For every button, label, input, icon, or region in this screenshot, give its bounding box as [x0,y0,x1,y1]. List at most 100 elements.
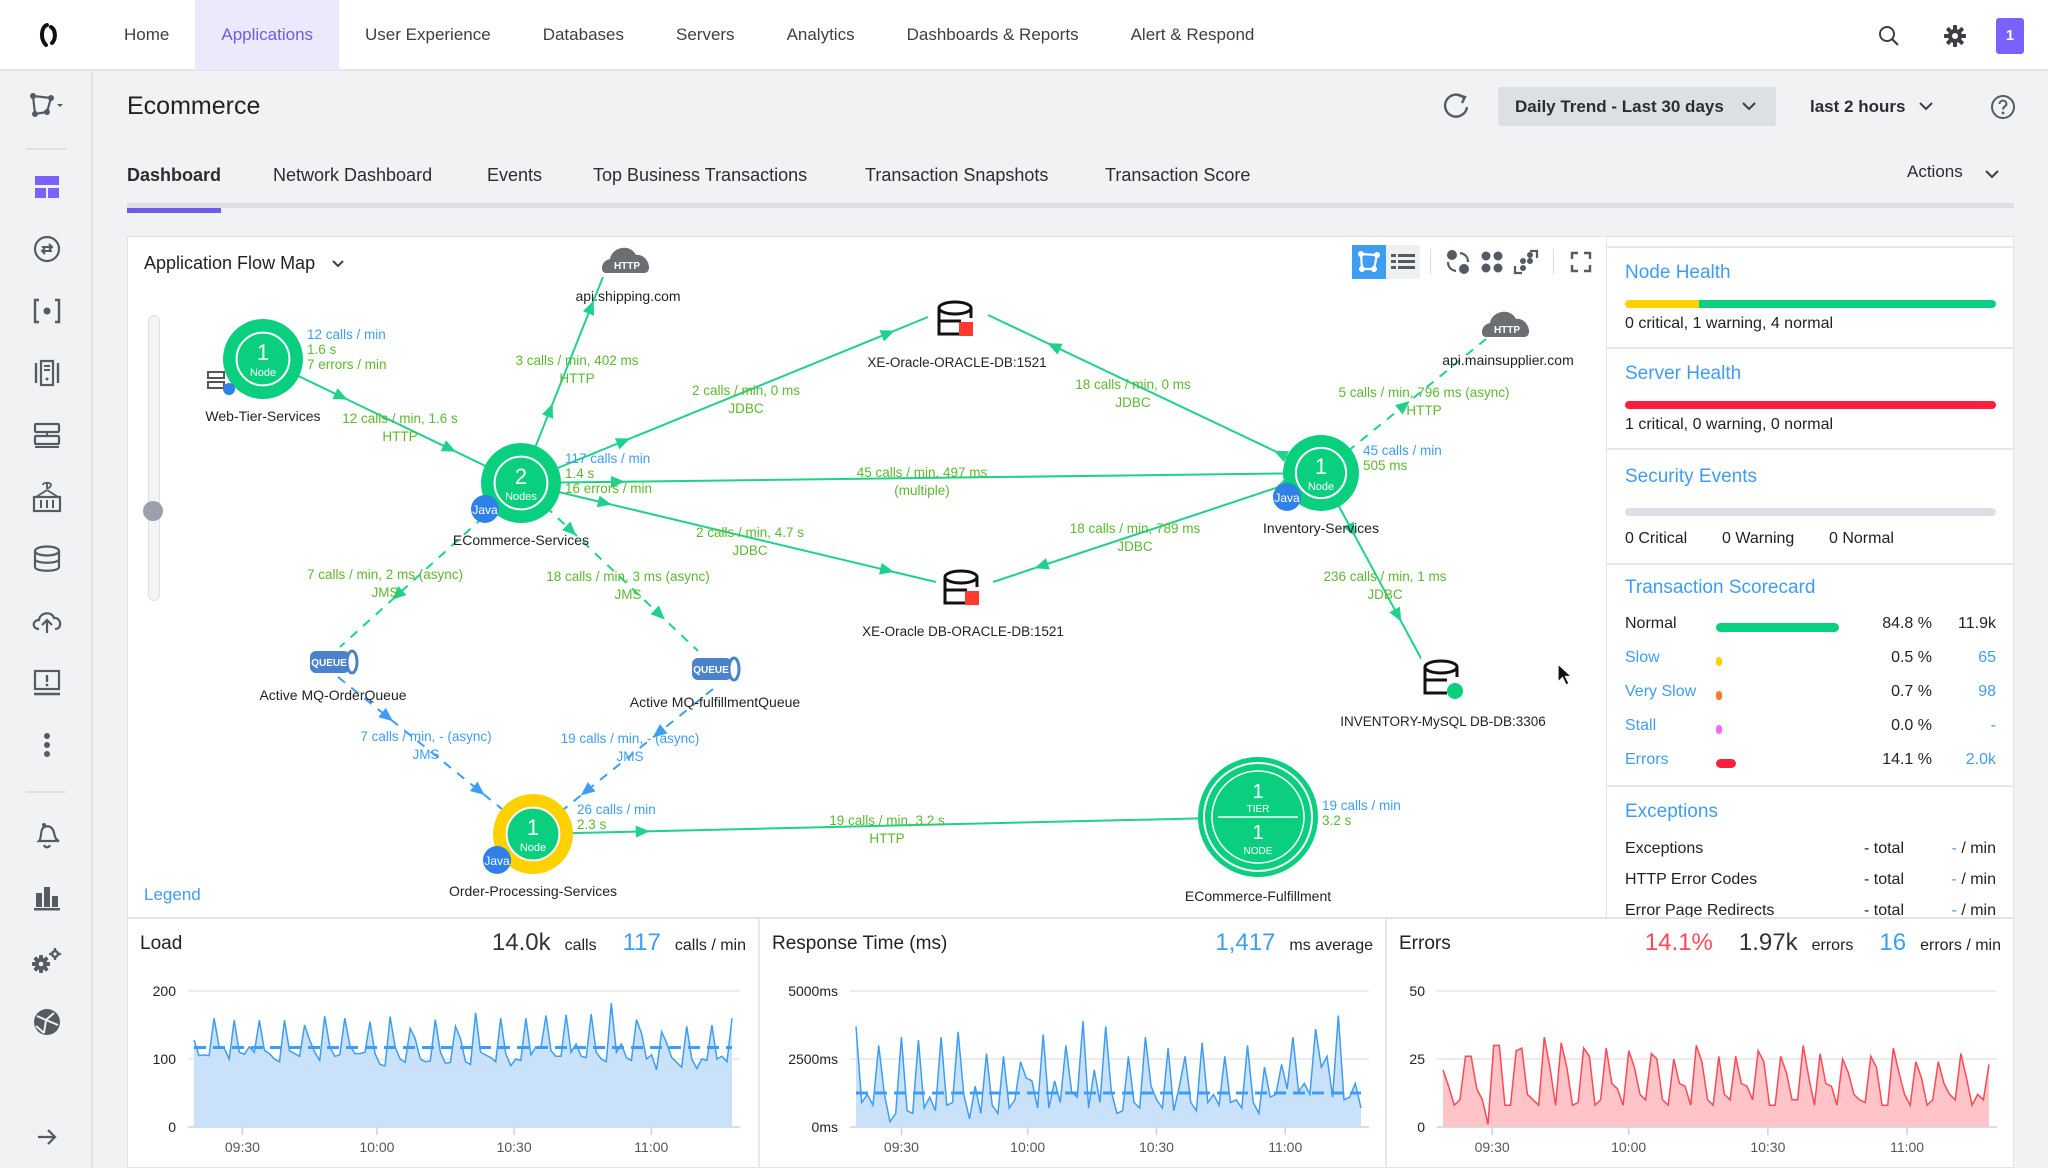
queue-backend-fulfillq[interactable]: QUEUE Active MQ-fulfillmentQueue [630,656,801,710]
nav-user-experience[interactable]: User Experience [339,0,517,70]
scorecard-label[interactable]: Very Slow [1625,683,1696,701]
scorecard-label[interactable]: Stall [1625,717,1656,735]
flow-map-canvas[interactable]: 1 Node Web-Tier-Services 12 calls / min1.6 … [128,237,1607,919]
edge-label-metrics: 19 calls / min, 3.2 s [829,813,945,828]
search-button[interactable] [1856,0,1922,71]
scorecard-row-slow[interactable]: Slow 0.5 % 65 [1625,649,1996,675]
scorecard-label[interactable]: Slow [1625,649,1660,667]
errors-chart[interactable]: 0 25 50 09:30 10:00 10:30 11:00 [1387,969,2015,1168]
scorecard-count[interactable]: - [1991,717,1996,735]
tab-transaction-snapshots[interactable]: Transaction Snapshots [865,160,1048,208]
tier-node-calls: 45 calls / min [1363,443,1442,458]
scorecard-count[interactable]: 2.0k [1966,751,1996,769]
sidebar-item-analytics[interactable] [0,878,93,918]
exception-row[interactable]: HTTP Error Codes - total - / min [1625,871,1996,889]
fullscreen-button[interactable] [1564,245,1598,279]
node-health-title[interactable]: Node Health [1625,262,1731,284]
flow-edge-inv-oracle1[interactable] [987,314,1322,474]
sidebar-more-button[interactable] [0,725,93,765]
database-backend-oracle2[interactable]: XE-Oracle DB-ORACLE-DB:1521 [862,567,1064,639]
sidebar-item-tiers-nodes[interactable] [0,353,93,393]
flow-map-selector-button[interactable] [0,85,93,125]
nav-servers[interactable]: Servers [650,0,761,70]
tab-network-dashboard[interactable]: Network Dashboard [273,160,432,208]
scorecard-row-very-slow[interactable]: Very Slow 0.7 % 98 [1625,683,1996,709]
zoom-slider-track[interactable] [148,315,160,601]
sidebar-item-remote-services[interactable] [0,601,93,641]
settings-button[interactable] [1922,0,1988,71]
tier-node-name: Inventory-Services [1263,520,1379,536]
security-events-title[interactable]: Security Events [1625,466,1757,488]
tier-node-fulfill[interactable]: 1TIER1NODEECommerce-Fulfillment19 calls … [1185,757,1401,904]
response-time-chart[interactable]: 0ms 2500ms 5000ms 09:30 10:00 10:30 11:00 [760,969,1387,1168]
sidebar-item-configuration[interactable] [0,940,93,980]
user-badge[interactable]: 1 [1996,17,2024,54]
exception-row[interactable]: Exceptions - total - / min [1625,840,1996,858]
sidebar-item-troubleshoot[interactable] [0,663,93,703]
errors-stats: 14.1% 1.97k errors 16 errors / min [1619,929,2001,957]
nav-analytics[interactable]: Analytics [761,0,881,70]
sidebar-item-databases[interactable] [0,539,93,579]
tab-events[interactable]: Events [487,160,542,208]
group-nodes-button[interactable] [1475,245,1509,279]
app-logo[interactable] [0,0,98,70]
fit-to-view-button[interactable] [1509,245,1543,279]
left-sidebar [0,71,93,1168]
help-button[interactable] [1990,94,2016,120]
zoom-slider-thumb[interactable] [143,501,163,521]
scorecard-row-errors[interactable]: Errors 14.1 % 2.0k [1625,751,1996,777]
list-view-button[interactable] [1386,245,1420,279]
auto-arrange-button[interactable] [1441,245,1475,279]
refresh-button[interactable] [1440,90,1472,122]
http-backend-shipping[interactable]: HTTP api.shipping.com [575,247,681,304]
y-tick-label: 25 [1409,1051,1425,1067]
baseline-dropdown[interactable]: Daily Trend - Last 30 days [1498,87,1776,126]
scorecard-label[interactable]: Errors [1625,751,1669,769]
chevron-down-icon [332,260,344,268]
database-backend-mysql[interactable]: INVENTORY-MySQL DB-DB:3306 [1340,657,1546,729]
load-rate-unit: calls / min [674,937,746,954]
queue-backend-orderq[interactable]: QUEUE Active MQ-OrderQueue [259,649,407,703]
sidebar-item-servers[interactable] [0,415,93,455]
nav-databases[interactable]: Databases [517,0,650,70]
database-backend-oracle1[interactable]: XE-Oracle-ORACLE-DB:1521 [867,298,1047,370]
sidebar-item-dashboard[interactable] [0,167,93,207]
scorecard-percentage: 14.1 % [1882,751,1932,768]
nav-home[interactable]: Home [98,0,195,70]
sidebar-item-containers[interactable] [0,477,93,517]
flow-edge-arrow [378,707,393,722]
tab-dashboard[interactable]: Dashboard [127,160,222,213]
exception-row[interactable]: Error Page Redirects - total - / min [1625,902,1996,917]
load-chart[interactable]: 0 100 200 09:30 10:00 10:30 11:00 [128,969,758,1168]
nav-applications[interactable]: Applications [195,0,340,70]
flow-map-title-dropdown[interactable]: Application Flow Map [144,253,346,274]
tier-node-inv[interactable]: 1 Node Java Inventory-Services 45 calls / mi… [1263,435,1442,536]
nav-alert-respond[interactable]: Alert & Respond [1105,0,1281,70]
sidebar-item-network[interactable] [0,1002,93,1042]
tier-node-web[interactable]: 1 Node Web-Tier-Services 12 calls / min1.6 … [205,319,387,424]
scorecard-row-stall[interactable]: Stall 0.0 % - [1625,717,1996,743]
tier-node-order[interactable]: 1 Node Java Order-Processing-Services 26 cal… [449,794,656,899]
legend-link[interactable]: Legend [144,885,201,905]
tier-node-name: Order-Processing-Services [449,883,617,899]
scorecard-count[interactable]: 98 [1978,683,1996,701]
actions-menu[interactable]: Actions [1907,162,1999,182]
tab-top-business-transactions[interactable]: Top Business Transactions [593,160,807,208]
scorecard-count[interactable]: 65 [1978,649,1996,667]
tab-transaction-score[interactable]: Transaction Score [1105,160,1250,208]
x-tick-label: 10:00 [1010,1139,1045,1155]
nav-dashboards-reports[interactable]: Dashboards & Reports [881,0,1105,70]
tier-node-ecom[interactable]: 2 Nodes Java ECommerce-Services 117 calls / … [453,443,652,548]
exceptions-title[interactable]: Exceptions [1625,801,1718,823]
server-health-title[interactable]: Server Health [1625,363,1741,385]
backend-name: INVENTORY-MySQL DB-DB:3306 [1340,714,1546,729]
sidebar-item-snapshots[interactable] [0,291,93,331]
sidebar-item-alerts[interactable] [0,816,93,856]
sidebar-expand-button[interactable] [0,1117,93,1157]
sidebar-item-business-transactions[interactable] [0,229,93,269]
time-range-dropdown[interactable]: last 2 hours [1795,87,1945,126]
http-backend-supplier[interactable]: HTTP api.mainsupplier.com [1442,311,1574,368]
map-view-button[interactable] [1352,245,1386,279]
transaction-scorecard-title[interactable]: Transaction Scorecard [1625,577,1815,599]
tier-node-calls: 117 calls / min [565,451,650,466]
